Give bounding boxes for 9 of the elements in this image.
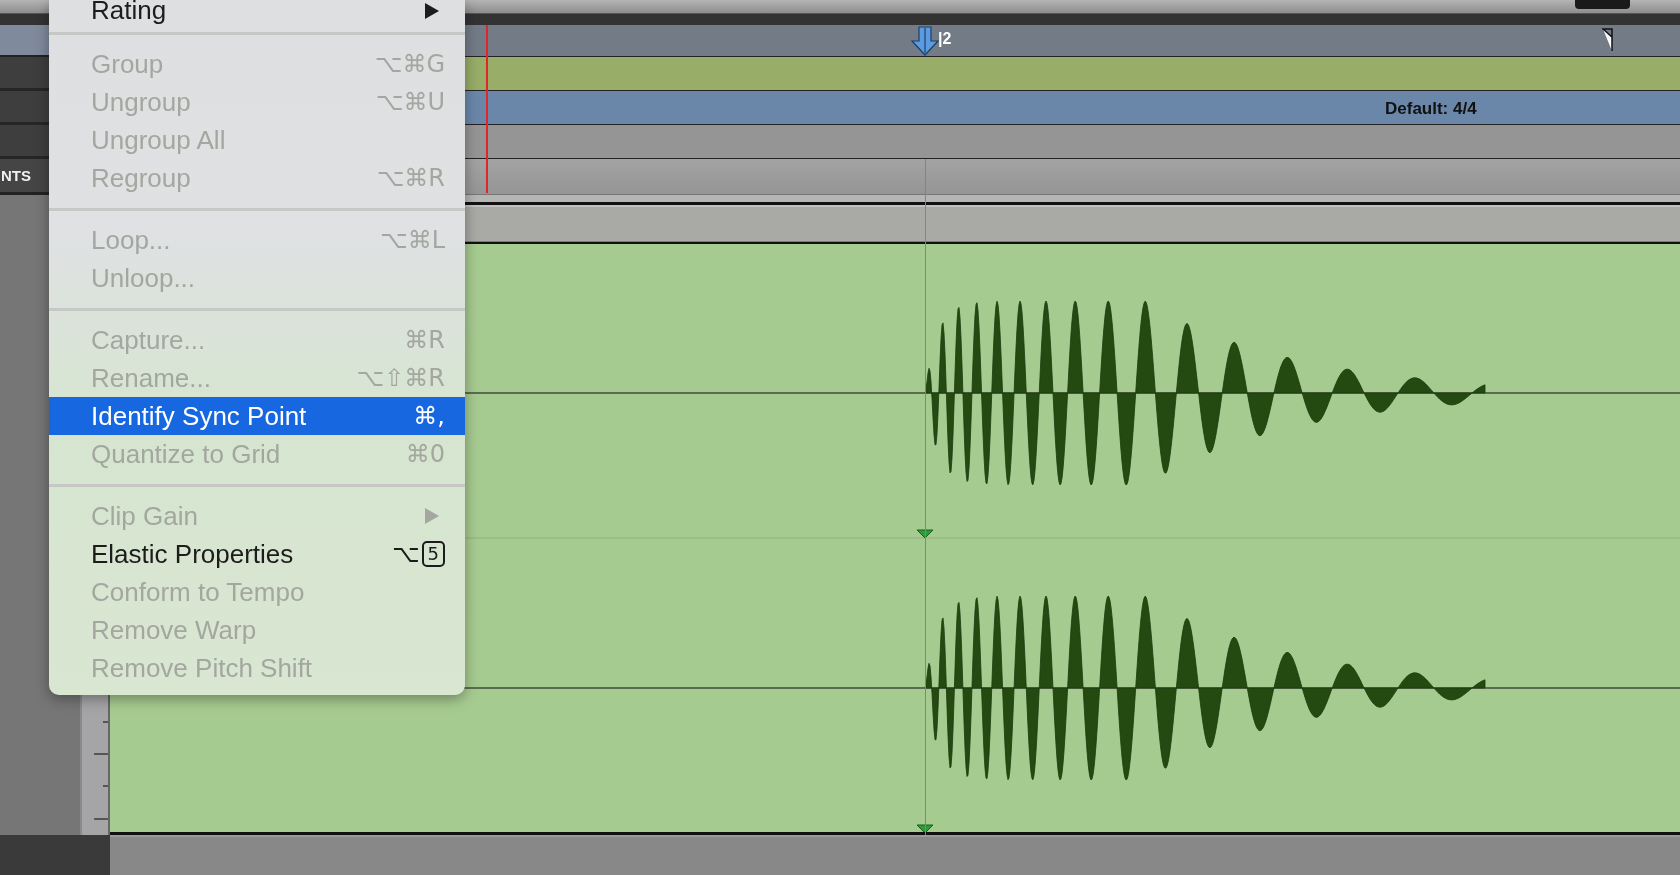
- menu-item[interactable]: Identify Sync Point ⌘,: [49, 397, 465, 435]
- meter-label: Default: 4/4: [1385, 99, 1477, 119]
- menu-item[interactable]: Elastic Properties ⌥ 5: [49, 535, 465, 573]
- down-arrow-icon[interactable]: [910, 26, 940, 56]
- ruler-label: NTS: [1, 167, 31, 184]
- flag-icon[interactable]: [1602, 28, 1614, 52]
- sync-marker-icon[interactable]: [916, 824, 934, 832]
- bar-number: |2: [938, 30, 952, 48]
- sync-marker-icon[interactable]: [916, 529, 934, 539]
